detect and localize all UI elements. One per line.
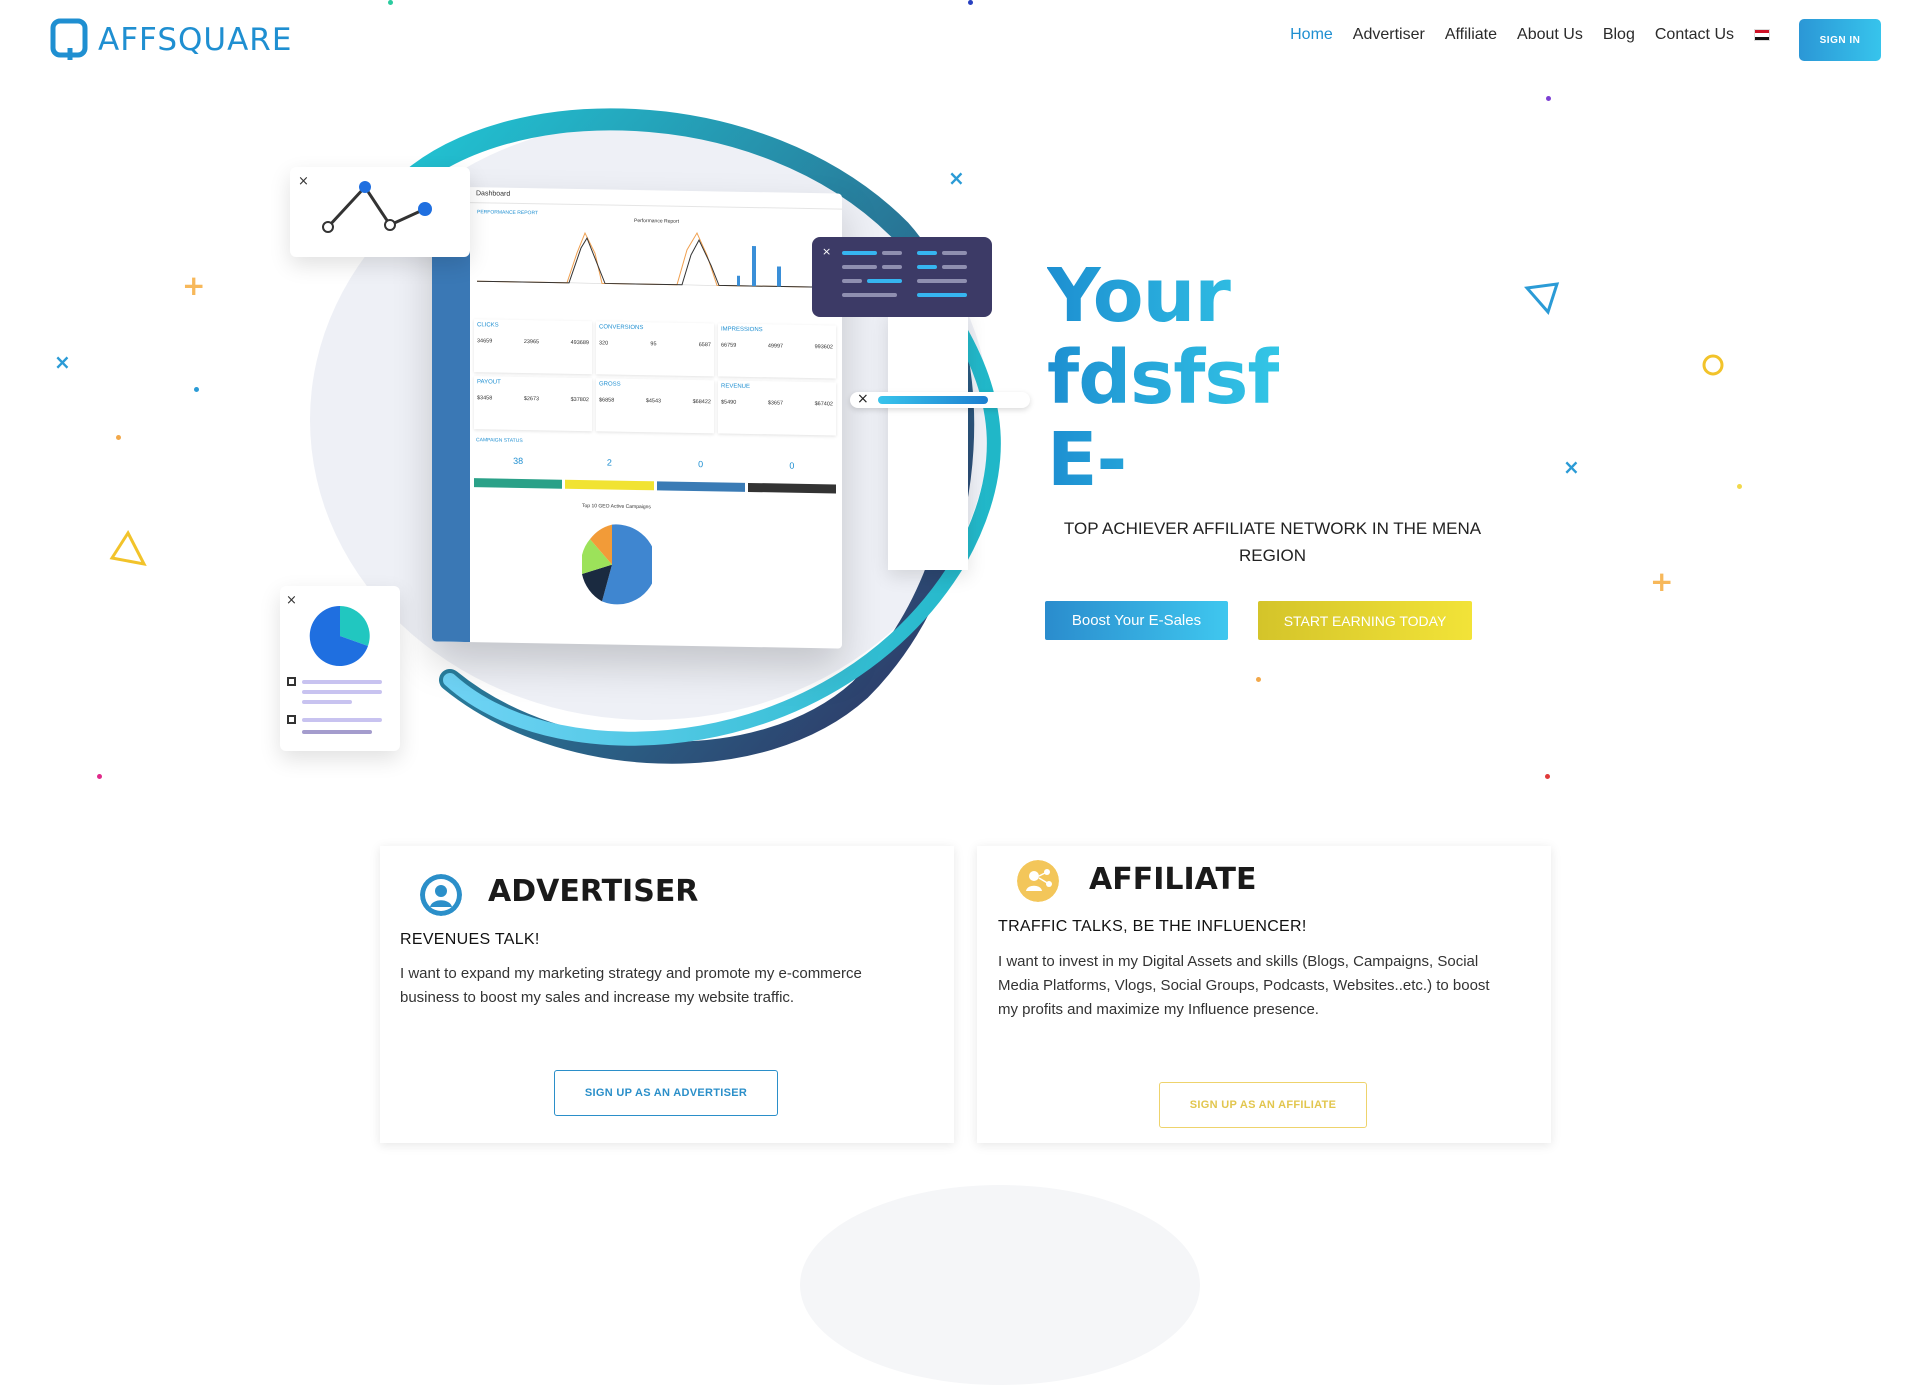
hero-title-line-3: E- — [1047, 417, 1127, 503]
progress-pill: × — [850, 391, 1030, 408]
advertiser-body: I want to expand my marketing strategy a… — [400, 965, 862, 1006]
signup-affiliate-button[interactable]: SIGN UP AS AN AFFILIATE — [1159, 1082, 1367, 1128]
line-chart-icon: × — [298, 174, 432, 233]
triangle-decoration-icon — [109, 530, 147, 567]
dashboard-side-list — [888, 310, 968, 570]
start-earning-button[interactable]: START EARNING TODAY — [1258, 601, 1472, 640]
svg-text:×: × — [298, 174, 309, 189]
signup-advertiser-button[interactable]: SIGN UP AS AN ADVERTISER — [554, 1070, 778, 1116]
plus-decoration-icon: + — [182, 269, 206, 302]
status-pending: 0 — [656, 452, 745, 492]
status-disabled: 0 — [747, 454, 836, 494]
svg-text:×: × — [286, 593, 297, 608]
sign-in-button[interactable]: SIGN IN — [1799, 19, 1881, 61]
kpi-clicks: CLICKS 34659 23965 493689 — [474, 319, 592, 375]
logo-q-icon — [50, 18, 88, 60]
kpi-payout: PAYOUT $3458 $2673 $37802 — [474, 376, 592, 432]
egypt-flag-icon[interactable] — [1754, 29, 1770, 41]
dot-decoration — [1737, 484, 1742, 489]
hero-title-line-2: fdsfsf — [1047, 335, 1279, 421]
nav-affiliate[interactable]: Affiliate — [1445, 26, 1497, 44]
dashboard-mockup: Dashboard PERFORMANCE REPORT Performance… — [432, 186, 842, 649]
triangle-decoration-icon — [1524, 282, 1560, 315]
nav-advertiser[interactable]: Advertiser — [1353, 26, 1425, 44]
nav-about-us[interactable]: About Us — [1517, 26, 1583, 44]
close-icon: × — [857, 391, 869, 407]
dot-decoration — [116, 435, 121, 440]
kpi-impressions: IMPRESSIONS 66759 49997 993602 — [718, 323, 836, 379]
dot-decoration — [97, 774, 102, 779]
background-blob — [800, 1185, 1200, 1385]
campaign-status-label: CAMPAIGN STATUS — [476, 437, 523, 445]
dashboard-title: Dashboard — [470, 187, 842, 210]
geo-pie-chart — [582, 524, 652, 605]
cross-decoration-icon: × — [54, 350, 71, 374]
hero-title: Your fdsfsf E- — [1047, 255, 1279, 501]
cross-decoration-icon: × — [948, 166, 965, 190]
advertiser-subtitle: REVENUES TALK! — [400, 931, 540, 948]
nav-contact-us[interactable]: Contact Us — [1655, 26, 1734, 44]
nav-home[interactable]: Home — [1290, 26, 1333, 44]
affiliate-title: AFFILIATE — [1089, 862, 1257, 897]
dot-decoration — [968, 0, 973, 5]
boost-sales-button[interactable]: Boost Your E-Sales — [1045, 601, 1228, 640]
progress-fill — [878, 396, 988, 404]
plus-decoration-icon: + — [1650, 565, 1674, 598]
pie-legend-card: × — [280, 586, 400, 751]
cross-decoration-icon: × — [1563, 455, 1580, 479]
dot-decoration — [388, 0, 393, 5]
advertiser-title: ADVERTISER — [488, 874, 699, 909]
performance-chart: PERFORMANCE REPORT Performance Report — [477, 209, 836, 315]
logo[interactable]: AFFSQUARE — [50, 18, 292, 62]
pie-chart-icon: × — [286, 593, 382, 734]
dot-decoration — [1545, 774, 1550, 779]
hero-title-line-1: Your — [1047, 253, 1230, 339]
kpi-revenue: REVENUE $5490 $3657 $67402 — [718, 380, 836, 436]
main-nav: Home Advertiser Affiliate About Us Blog … — [1290, 26, 1770, 44]
kpi-grid: CLICKS 34659 23965 493689 CONVERSIONS 320 95 6… — [474, 319, 836, 436]
line-chart-card: × — [290, 167, 470, 257]
circle-decoration-icon — [1702, 354, 1724, 376]
code-card: × — [812, 237, 992, 317]
advertiser-card: ADVERTISER REVENUES TALK! I want to expa… — [380, 846, 954, 1143]
affiliate-subtitle: TRAFFIC TALKS, BE THE INFLUENCER! — [998, 918, 1307, 935]
campaign-status-row: 38 2 0 0 — [474, 449, 836, 494]
logo-text: AFFSQUARE — [98, 22, 293, 58]
dot-decoration — [1256, 677, 1261, 682]
kpi-conversions: CONVERSIONS 320 95 6587 — [596, 321, 714, 377]
svg-text:×: × — [822, 245, 831, 258]
pie-title: Top 10 GEO Active Campaigns — [582, 503, 651, 511]
dot-decoration — [1546, 96, 1551, 101]
status-paused: 2 — [565, 451, 654, 491]
affiliate-body: I want to invest in my Digital Assets an… — [998, 953, 1490, 1018]
status-active: 38 — [474, 449, 563, 489]
kpi-gross: GROSS $6858 $4543 $68422 — [596, 378, 714, 434]
network-user-icon — [1017, 860, 1059, 902]
hero-subtitle: TOP ACHIEVER AFFILIATE NETWORK IN THE ME… — [1063, 519, 1482, 565]
code-lines-icon: × — [822, 245, 967, 297]
affiliate-card: AFFILIATE TRAFFIC TALKS, BE THE INFLUENC… — [977, 846, 1551, 1143]
nav-blog[interactable]: Blog — [1603, 26, 1635, 44]
dot-decoration — [194, 387, 199, 392]
user-icon — [420, 874, 462, 916]
performance-chart-lines — [477, 231, 832, 288]
